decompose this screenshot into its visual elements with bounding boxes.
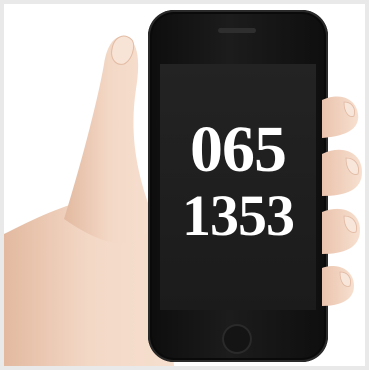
screen-number-line-1: 065	[190, 113, 287, 186]
screen-number-line-2: 1353	[182, 183, 295, 248]
thumb-shape	[64, 36, 154, 244]
smartphone: 065 1353	[148, 10, 328, 362]
photo-frame: 065 1353	[0, 0, 369, 370]
speaker-grille	[218, 28, 256, 33]
phone-screen: 065 1353	[160, 64, 316, 310]
home-button	[222, 324, 252, 354]
